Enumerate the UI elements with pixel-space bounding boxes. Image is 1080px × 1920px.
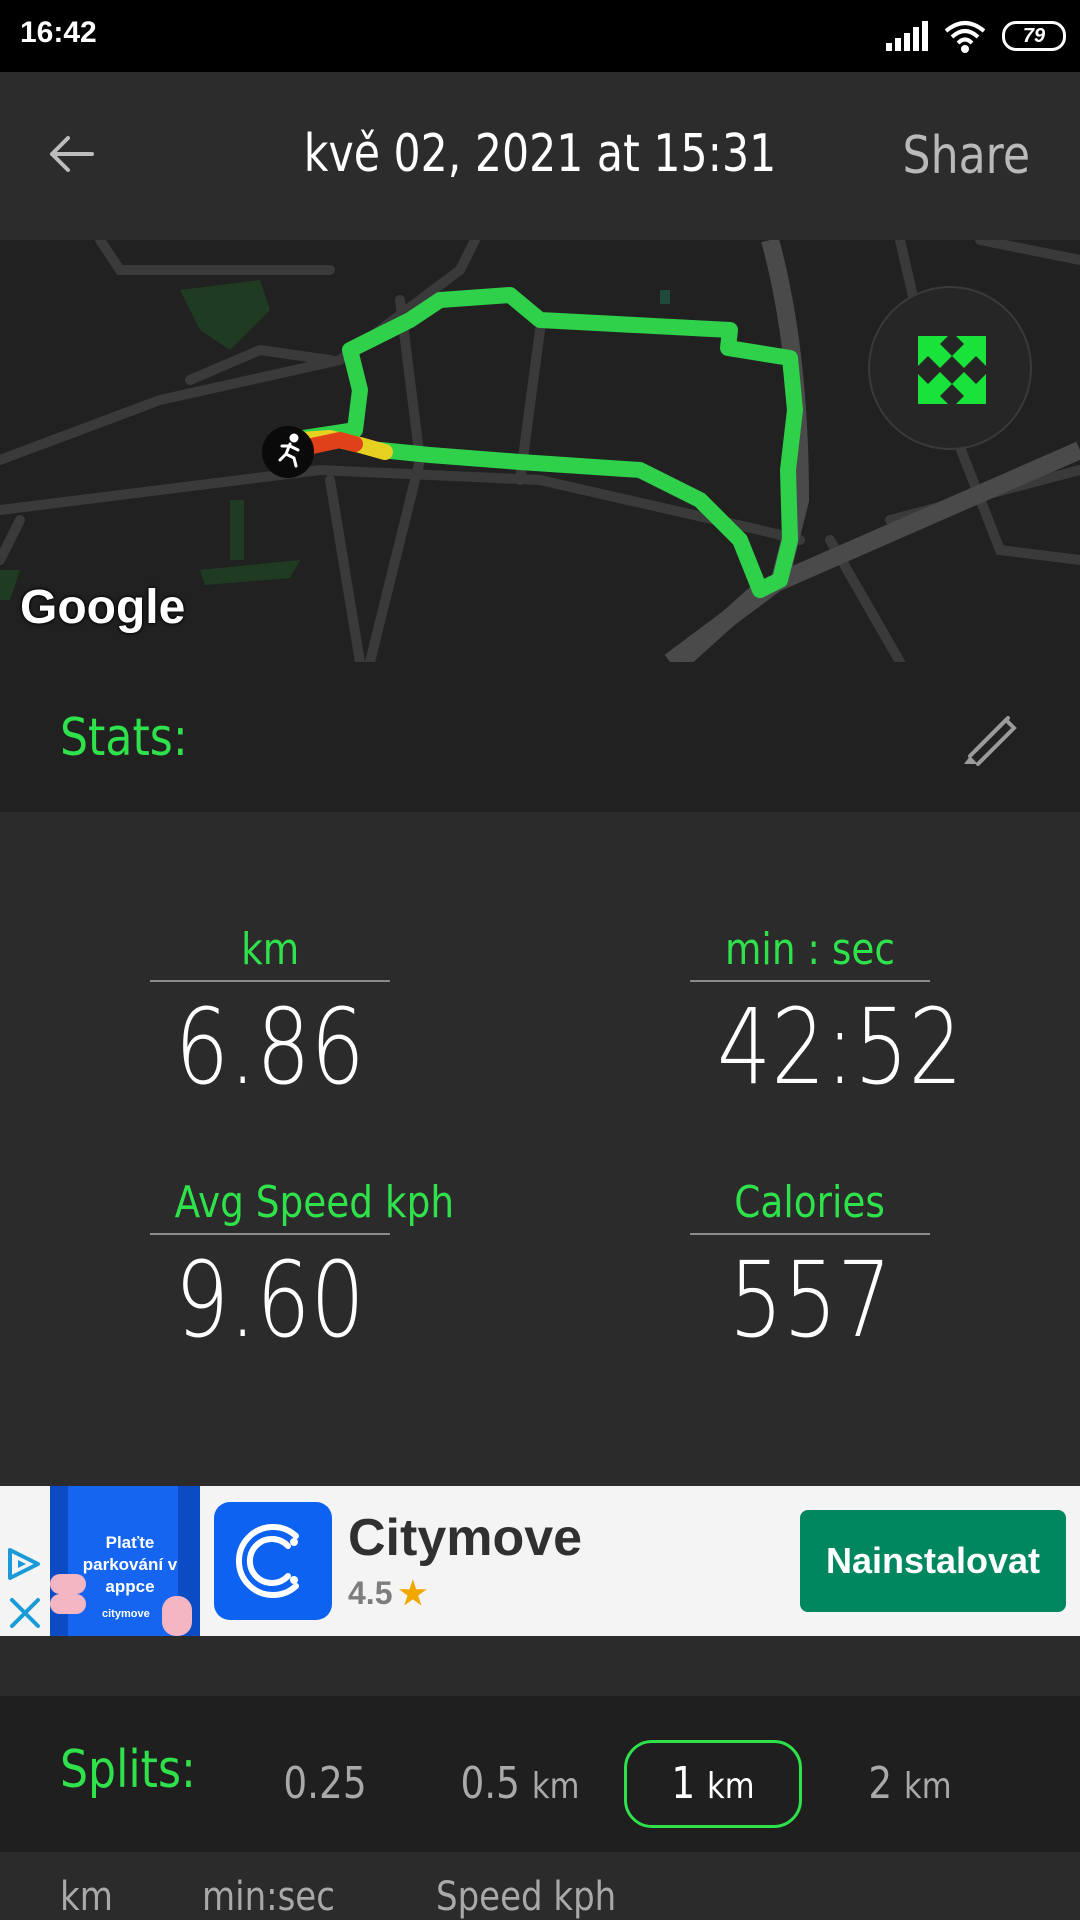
stat-label: Calories <box>690 1171 930 1235</box>
stat-value: 6.86 <box>175 986 365 1108</box>
edit-pencil-icon[interactable] <box>958 706 1020 768</box>
fullscreen-button[interactable] <box>868 286 1032 450</box>
ad-image-brand: citymove <box>102 1608 150 1620</box>
stat-distance: km 6.86 <box>150 918 390 1112</box>
stat-label: km <box>150 918 390 982</box>
stat-label: Avg Speed kph <box>150 1171 454 1235</box>
split-option-2km[interactable]: 2 km <box>850 1740 970 1828</box>
citymove-app-icon[interactable] <box>214 1502 332 1620</box>
ad-rating-value: 4.5 <box>348 1575 393 1611</box>
title-month: kvě <box>303 124 380 184</box>
back-arrow-icon[interactable] <box>40 122 104 186</box>
battery-level: 79 <box>1022 24 1046 47</box>
splits-table-header: km min:sec Speed kph <box>0 1852 1080 1920</box>
star-icon: ★ <box>398 1575 428 1611</box>
stat-label: min : sec <box>690 918 930 982</box>
split-option-1km[interactable]: 1 km <box>624 1740 802 1828</box>
splits-bar: Splits: 0.25 km 0.5 km 1 km 2 km <box>0 1696 1080 1895</box>
split-option-0-25km[interactable]: 0.25 km <box>250 1740 400 1895</box>
page-title: kvě 02, 2021 at 15:31 <box>294 124 786 184</box>
stat-value: 42:52 <box>716 986 963 1108</box>
status-icons: 79 <box>886 14 1066 58</box>
column-header-km: km <box>60 1874 113 1920</box>
app-bar: kvě 02, 2021 at 15:31 Share <box>0 72 1080 240</box>
ad-rating: 4.5 ★ <box>348 1574 427 1612</box>
ad-title[interactable]: Citymove <box>348 1508 582 1568</box>
splits-title: Splits: <box>60 1740 196 1800</box>
expand-icon <box>918 336 986 404</box>
ad-banner[interactable]: Plaťte parkování v appce citymove Citymo… <box>0 1486 1080 1636</box>
split-option-0-5km[interactable]: 0.5 km <box>450 1740 590 1828</box>
google-logo: Google <box>20 581 186 634</box>
stat-value: 9.60 <box>175 1239 365 1361</box>
status-bar: 16:42 79 <box>0 0 1080 72</box>
column-header-speed: Speed kph <box>436 1874 617 1920</box>
title-date-time: 02, 2021 at 15:31 <box>379 124 777 184</box>
ad-image-text: Plaťte parkování v appce <box>82 1533 178 1596</box>
signal-icon <box>886 21 928 51</box>
wifi-icon <box>944 21 986 53</box>
stats-header: Stats: <box>0 662 1080 812</box>
route-map[interactable]: Google <box>0 240 1080 662</box>
stat-avg-speed: Avg Speed kph 9.60 <box>150 1171 454 1365</box>
share-button[interactable]: Share <box>902 126 1030 186</box>
stat-value: 557 <box>728 1239 892 1361</box>
status-time: 16:42 <box>20 16 97 49</box>
column-header-time: min:sec <box>202 1874 335 1920</box>
stat-calories: Calories 557 <box>690 1171 930 1365</box>
battery-icon: 79 <box>1002 21 1066 51</box>
ad-choices-icon[interactable] <box>4 1546 48 1630</box>
ad-image[interactable]: Plaťte parkování v appce citymove <box>50 1486 200 1636</box>
stat-duration: min : sec 42:52 <box>690 918 963 1112</box>
install-button[interactable]: Nainstalovat <box>800 1510 1066 1612</box>
stats-title: Stats: <box>60 708 188 768</box>
